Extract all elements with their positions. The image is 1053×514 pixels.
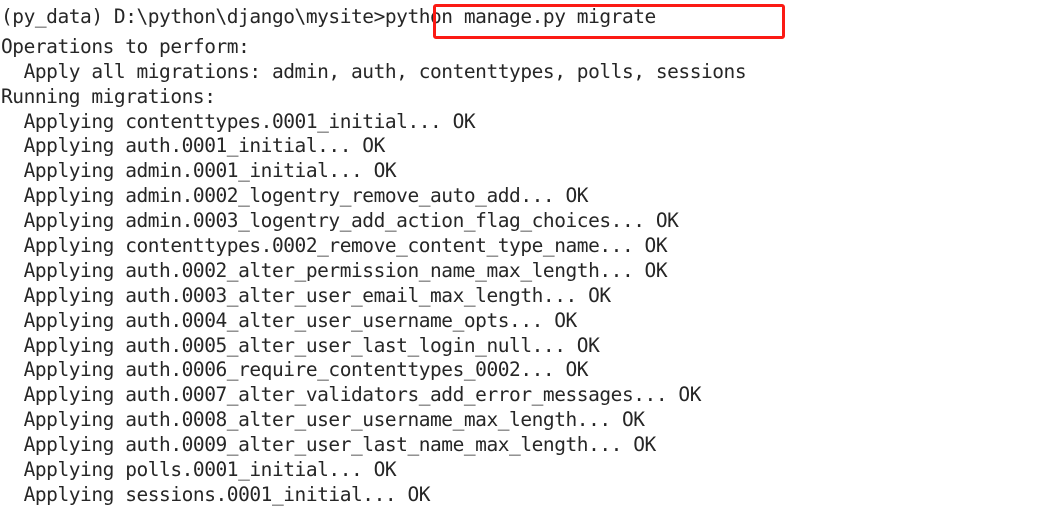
terminal-output-line: Applying auth.0009_alter_user_last_name_… (1, 433, 657, 457)
terminal-output-line: Applying auth.0008_alter_user_username_m… (1, 408, 645, 432)
terminal-output-line: Applying sessions.0001_initial... OK (1, 482, 431, 506)
terminal-output-line: Applying auth.0005_alter_user_last_login… (1, 333, 600, 357)
terminal-output-line: Applying auth.0006_require_contenttypes_… (1, 358, 589, 382)
terminal-output-line: Applying auth.0001_initial... OK (1, 134, 386, 158)
terminal-output-line: Running migrations: (1, 84, 216, 108)
terminal-output-line: Applying admin.0003_logentry_add_action_… (1, 209, 679, 233)
terminal-prompt-line: (py_data) D:\python\django\mysite>python… (1, 5, 656, 28)
terminal-output-line: Applying auth.0003_alter_user_email_max_… (1, 283, 612, 307)
terminal-output-line: Applying auth.0002_alter_permission_name… (1, 258, 668, 282)
terminal-output-line: Applying admin.0002_logentry_remove_auto… (1, 184, 589, 208)
terminal-window: (py_data) D:\python\django\mysite>python… (0, 0, 1053, 514)
terminal-output-line: Operations to perform: (1, 34, 250, 58)
terminal-output-line: Apply all migrations: admin, auth, conte… (1, 59, 747, 83)
terminal-output-line: Applying contenttypes.0001_initial... OK (1, 109, 476, 133)
terminal-output-line: Applying contenttypes.0002_remove_conten… (1, 234, 668, 258)
terminal-output-line: Applying admin.0001_initial... OK (1, 159, 397, 183)
terminal-output-line: Applying polls.0001_initial... OK (1, 458, 397, 482)
terminal-output[interactable]: (py_data) D:\python\django\mysite>python… (0, 0, 1053, 508)
terminal-output-line: Applying auth.0004_alter_user_username_o… (1, 308, 578, 332)
terminal-output-line: Applying auth.0007_alter_validators_add_… (1, 383, 702, 407)
